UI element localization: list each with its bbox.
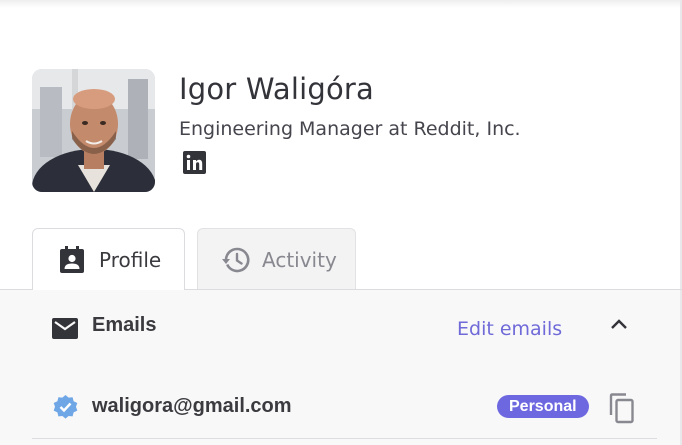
avatar <box>32 69 155 192</box>
edit-emails-link[interactable]: Edit emails <box>457 318 562 340</box>
email-address: waligora@gmail.com <box>92 395 292 417</box>
history-icon <box>222 247 250 273</box>
linkedin-icon[interactable] <box>183 151 206 174</box>
tab-profile-label: Profile <box>99 247 162 272</box>
tab-profile[interactable]: Profile <box>32 228 185 290</box>
mail-icon <box>52 318 78 344</box>
profile-headline: Engineering Manager at Reddit, Inc. <box>179 118 521 140</box>
top-shadow <box>0 0 682 8</box>
verified-badge-icon <box>52 394 79 426</box>
profile-name: Igor Waligóra <box>179 72 374 106</box>
calendar-user-icon <box>59 245 85 274</box>
tab-activity-label: Activity <box>262 247 337 272</box>
email-list-item: waligora@gmail.com Personal <box>32 384 657 439</box>
tab-activity[interactable]: Activity <box>197 228 356 290</box>
email-type-badge: Personal <box>497 395 589 418</box>
emails-section-title: Emails <box>92 314 157 336</box>
chevron-up-icon[interactable] <box>609 317 629 336</box>
copy-icon[interactable] <box>608 393 636 429</box>
